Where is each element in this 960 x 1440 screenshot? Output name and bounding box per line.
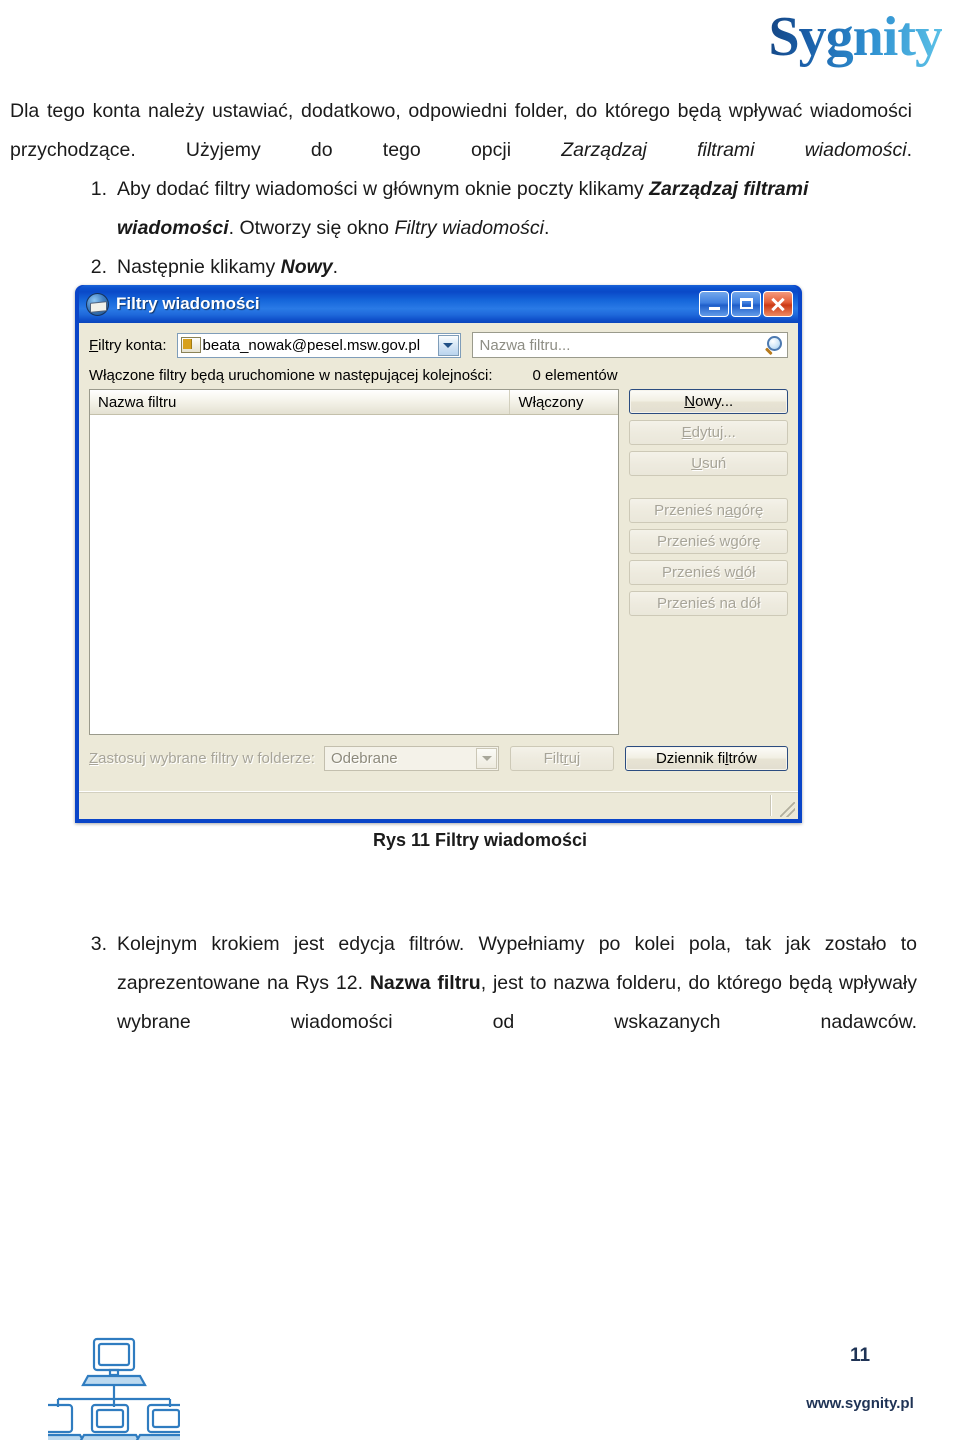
edit-filter-button-label-rest: dytuj...	[691, 424, 736, 441]
chevron-down-icon[interactable]	[437, 334, 459, 356]
minimize-icon[interactable]	[699, 291, 729, 317]
delete-filter-button[interactable]: Usuń	[629, 451, 788, 476]
mail-filter-icon	[86, 292, 109, 316]
new-filter-button-label-rest: owy...	[695, 393, 734, 410]
move-up-button[interactable]: Przenieś w g órę	[629, 529, 788, 554]
listview-body-empty[interactable]	[90, 415, 619, 734]
filters-dialog-window[interactable]: Filtry wiadomości Filtry konta: beata_no…	[75, 285, 802, 823]
order-hint-row: Włączone filtry będą uruchomione w nastę…	[89, 367, 788, 384]
list-item-emphasis: Filtry wiadomości	[394, 217, 544, 239]
figure-caption: Rys 11 Filtry wiadomości	[372, 830, 588, 850]
steps-list-before-figure: 1. Aby dodać filtry wiadomości w głównym …	[91, 170, 917, 287]
listview-header: Nazwa filtru Włączony	[90, 390, 619, 415]
sygnity-wordmark: Sygnity	[752, 6, 944, 68]
mail-account-icon	[180, 337, 201, 353]
list-item: 2. Następnie klikamy Nowy.	[91, 248, 917, 287]
list-item-text-a: Następnie klikamy	[117, 256, 281, 278]
dialog-main-region: Nazwa filtru Włączony Nowy... Edytuj... …	[89, 389, 788, 735]
list-item: 1. Aby dodać filtry wiadomości w głównym …	[91, 170, 917, 248]
filter-search-input[interactable]: Nazwa filtru...	[471, 332, 788, 358]
filter-button[interactable]: Filt r uj	[510, 746, 614, 771]
element-count-label: 0 elementów	[532, 367, 618, 384]
list-item-number: 2.	[90, 256, 107, 278]
account-filter-row: Filtry konta: beata_nowak@pesel.msw.gov.…	[89, 332, 788, 358]
list-item-text-a: Aby dodać filtry wiadomości w głównym ok…	[117, 178, 650, 200]
move-to-bottom-button[interactable]: Przenieś na dół	[629, 591, 788, 616]
dialog-statusbar	[79, 791, 798, 819]
folder-select[interactable]: Odebrane	[323, 746, 500, 771]
delete-filter-button-label-rest: suń	[702, 455, 727, 472]
list-item-text-b: .	[332, 256, 339, 278]
footer-url: www.sygnity.pl	[806, 1395, 914, 1412]
list-item-text-b: . Otworzy się okno	[228, 217, 395, 239]
dialog-client-area: Filtry konta: beata_nowak@pesel.msw.gov.…	[79, 323, 798, 819]
steps-list-after-figure: 3. Kolejnym krokiem jest edycja filtrów. …	[91, 925, 917, 1081]
account-label-rest: iltry konta:	[98, 336, 167, 354]
statusbar-cell	[81, 795, 772, 816]
move-to-top-button[interactable]: Przenieś na górę	[629, 498, 788, 523]
column-header-enabled[interactable]: Włączony	[510, 390, 618, 414]
sygnity-logo: Sygnity	[752, 6, 944, 68]
filter-search-placeholder: Nazwa filtru...	[479, 336, 571, 354]
list-item-strong: Nowy	[280, 256, 333, 278]
order-hint-label: Włączone filtry będą uruchomione w nastę…	[89, 367, 493, 384]
list-item: 3. Kolejnym krokiem jest edycja filtrów. …	[91, 925, 917, 1081]
filter-log-button[interactable]: Dziennik fi l trów	[624, 746, 788, 771]
close-icon[interactable]	[763, 291, 793, 317]
side-button-column: Nowy... Edytuj... Usuń Przenieś na górę …	[629, 389, 788, 735]
move-down-button[interactable]: Przenieś w d ół	[629, 560, 788, 585]
maximize-icon[interactable]	[731, 291, 761, 317]
apply-filters-row: Zastosuj wybrane filtry w folderze: Odeb…	[89, 745, 788, 772]
computer-network-icon	[48, 1337, 180, 1440]
list-item-number: 1.	[90, 178, 107, 200]
account-select[interactable]: beata_nowak@pesel.msw.gov.pl	[176, 332, 461, 358]
column-header-name[interactable]: Nazwa filtru	[90, 390, 511, 414]
intro-emphasis: Zarządzaj filtrami wiadomości	[561, 139, 907, 161]
caption-buttons	[699, 291, 796, 317]
filters-listview[interactable]: Nazwa filtru Włączony	[89, 389, 620, 735]
dialog-titlebar[interactable]: Filtry wiadomości	[79, 285, 798, 323]
dialog-title: Filtry wiadomości	[116, 294, 260, 313]
intro-tail: .	[906, 139, 912, 161]
folder-selected-value: Odebrane	[330, 750, 398, 767]
edit-filter-button[interactable]: Edytuj...	[629, 420, 788, 445]
chevron-down-icon[interactable]	[476, 748, 498, 769]
search-icon[interactable]	[763, 335, 783, 356]
account-selected-value: beata_nowak@pesel.msw.gov.pl	[202, 336, 421, 354]
list-item-text-c: .	[543, 217, 550, 239]
new-filter-button[interactable]: Nowy...	[629, 389, 788, 414]
page-number: 11	[849, 1345, 871, 1366]
account-label: Filtry konta:	[89, 336, 167, 354]
resize-grip-icon[interactable]	[780, 802, 795, 817]
list-item-strong: Nazwa filtru	[369, 972, 481, 994]
apply-filters-label: Zastosuj wybrane filtry w folderze:	[89, 750, 315, 767]
list-item-number: 3.	[90, 933, 107, 955]
